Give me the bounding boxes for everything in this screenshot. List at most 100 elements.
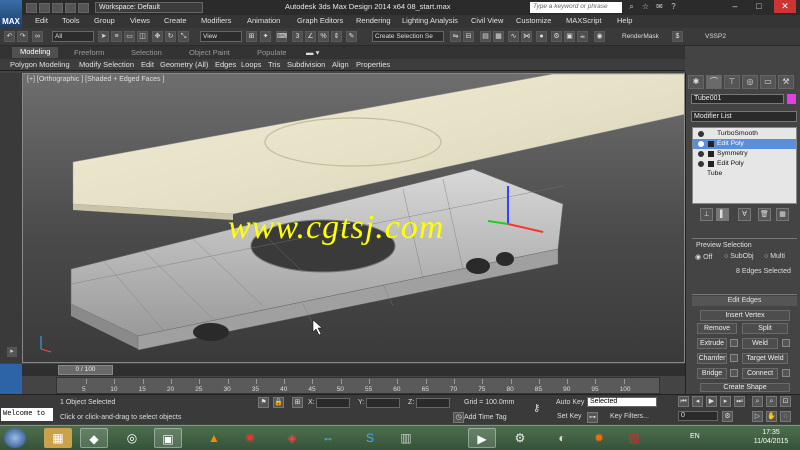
language-indicator[interactable]: EN — [690, 433, 700, 440]
viewport-orthographic[interactable]: [+] [Orthographic ] [Shaded + Edged Face… — [22, 73, 685, 363]
render-production-icon[interactable]: ☕ — [577, 31, 588, 42]
minimize-icon[interactable]: – — [724, 0, 746, 13]
modifier-list-dropdown[interactable]: Modifier List — [691, 111, 797, 122]
keyboard-shortcut-icon[interactable]: ⌨ — [276, 31, 287, 42]
menu-edit[interactable]: Edit — [35, 16, 48, 25]
tab-object-paint[interactable]: Object Paint — [189, 48, 230, 57]
split-button[interactable]: Split — [742, 323, 788, 334]
subscription-icon[interactable]: ☆ — [640, 2, 651, 13]
menu-create[interactable]: Create — [164, 16, 187, 25]
lightbulb-icon[interactable] — [698, 141, 704, 147]
menu-views[interactable]: Views — [130, 16, 150, 25]
orbit-icon[interactable]: ◌ — [780, 411, 791, 422]
go-to-end-icon[interactable]: ⏭ — [734, 396, 745, 407]
graphite-tools-icon[interactable]: ▦ — [493, 31, 504, 42]
blender-icon[interactable]: ◐ — [548, 428, 576, 448]
stack-item[interactable]: Edit Poly — [693, 159, 796, 169]
field-of-view-icon[interactable]: ▷ — [752, 411, 763, 422]
connect-button[interactable]: Connect — [742, 368, 778, 379]
show-end-result-icon[interactable]: ▌ — [716, 208, 729, 221]
expand-box-icon[interactable] — [708, 141, 714, 147]
key-filters-button[interactable]: Key Filters... — [610, 413, 649, 420]
save-file-icon[interactable] — [52, 2, 63, 13]
configure-modifier-sets-icon[interactable]: ▦ — [776, 208, 789, 221]
maximize-icon[interactable]: □ — [748, 0, 770, 13]
undo-icon[interactable]: ↶ — [4, 31, 15, 42]
y-coordinate-field[interactable] — [366, 398, 400, 408]
spinner-snap-icon[interactable]: ⇕ — [331, 31, 342, 42]
render-mask-label[interactable]: RenderMask — [622, 33, 659, 40]
panel-polygon-modeling[interactable]: Polygon Modeling — [10, 60, 70, 69]
settings-app-icon[interactable]: ⚙ — [506, 428, 534, 448]
close-icon[interactable]: ✕ — [774, 0, 796, 13]
app-logo[interactable]: MAX — [0, 0, 22, 28]
absolute-mode-icon[interactable]: ⊞ — [292, 397, 303, 408]
extrude-button[interactable]: Extrude — [697, 338, 727, 349]
menu-customize[interactable]: Customize — [516, 16, 551, 25]
chamfer-button[interactable]: Chamfer — [697, 353, 727, 364]
material-editor-icon[interactable]: ● — [536, 31, 547, 42]
menu-animation[interactable]: Animation — [247, 16, 280, 25]
selection-filter-dropdown[interactable]: All — [52, 31, 94, 42]
new-file-icon[interactable] — [26, 2, 37, 13]
panel-modify-selection[interactable]: Modify Selection — [79, 60, 134, 69]
panel-edit[interactable]: Edit — [141, 60, 154, 69]
sketchup-icon[interactable]: ◈ — [278, 428, 306, 448]
adobe-icon[interactable]: ✺ — [236, 428, 264, 448]
stack-item[interactable]: Symmetry — [693, 149, 796, 159]
start-button[interactable] — [4, 428, 26, 448]
photoshop-icon[interactable]: ✹ — [585, 428, 613, 448]
weld-button[interactable]: Weld — [742, 338, 778, 349]
maxscript-listener[interactable]: Welcome to — [1, 408, 53, 421]
lightbulb-icon[interactable] — [698, 151, 704, 157]
align-icon[interactable]: ⊟ — [463, 31, 474, 42]
make-unique-icon[interactable]: ∀ — [738, 208, 751, 221]
panel-align[interactable]: Align — [332, 60, 349, 69]
chrome-icon[interactable]: ◎ — [118, 428, 146, 448]
redo-icon[interactable]: ↷ — [17, 31, 28, 42]
set-key-mode-icon[interactable]: ⚷ — [533, 403, 540, 414]
workspace-dropdown[interactable]: Workspace: Default — [95, 2, 203, 13]
recorder-icon[interactable]: ▥ — [392, 428, 420, 448]
skype-icon[interactable]: S — [356, 428, 384, 448]
panel-properties[interactable]: Properties — [356, 60, 390, 69]
search-input[interactable]: Type a keyword or phrase — [530, 2, 622, 13]
play-icon[interactable]: ▶ — [706, 396, 717, 407]
zoom-icon[interactable]: ⌕ — [752, 396, 763, 407]
menu-maxscript[interactable]: MAXScript — [566, 16, 601, 25]
preview-multi-radio[interactable]: ○ Multi — [764, 253, 785, 260]
file-explorer-icon[interactable]: ▦ — [44, 428, 72, 448]
ribbon-options-icon[interactable]: ▬ ▾ — [306, 48, 319, 57]
z-coordinate-field[interactable] — [416, 398, 450, 408]
percent-snap-icon[interactable]: % — [318, 31, 329, 42]
undo-icon[interactable] — [65, 2, 76, 13]
menu-graph-editors[interactable]: Graph Editors — [297, 16, 343, 25]
stack-item[interactable]: TurboSmooth — [693, 129, 796, 139]
remove-button[interactable]: Remove — [697, 323, 737, 334]
select-object-icon[interactable]: ➤ — [98, 31, 109, 42]
menu-tools[interactable]: Tools — [62, 16, 80, 25]
system-clock[interactable]: 17:35 11/04/2015 — [748, 428, 794, 446]
bridge-settings-icon[interactable] — [730, 369, 738, 377]
render-iterative-icon[interactable]: ◉ — [594, 31, 605, 42]
menu-rendering[interactable]: Rendering — [356, 16, 391, 25]
teamviewer-icon[interactable]: ⇔ — [314, 428, 342, 448]
bridge-button[interactable]: Bridge — [697, 368, 727, 379]
x-coordinate-field[interactable] — [316, 398, 350, 408]
time-configuration-icon[interactable]: ⚙ — [722, 411, 733, 422]
time-tag-icon[interactable]: ◷ — [453, 412, 464, 423]
tab-populate[interactable]: Populate — [257, 48, 287, 57]
expand-box-icon[interactable] — [708, 151, 714, 157]
schematic-view-icon[interactable]: ⋈ — [521, 31, 532, 42]
extrude-settings-icon[interactable] — [730, 339, 738, 347]
current-frame-field[interactable]: 0 — [678, 411, 718, 421]
insert-vertex-button[interactable]: Insert Vertex — [700, 310, 790, 321]
script-icon[interactable]: $ — [672, 31, 683, 42]
next-frame-icon[interactable]: ▸ — [720, 396, 731, 407]
zoom-extents-icon[interactable]: ⊡ — [780, 396, 791, 407]
pin-stack-icon[interactable]: ⊥ — [700, 208, 713, 221]
motion-tab-icon[interactable]: ◎ — [742, 75, 758, 89]
remove-modifier-icon[interactable]: 🗑 — [758, 208, 771, 221]
move-icon[interactable]: ✥ — [152, 31, 163, 42]
previous-frame-icon[interactable]: ◂ — [692, 396, 703, 407]
